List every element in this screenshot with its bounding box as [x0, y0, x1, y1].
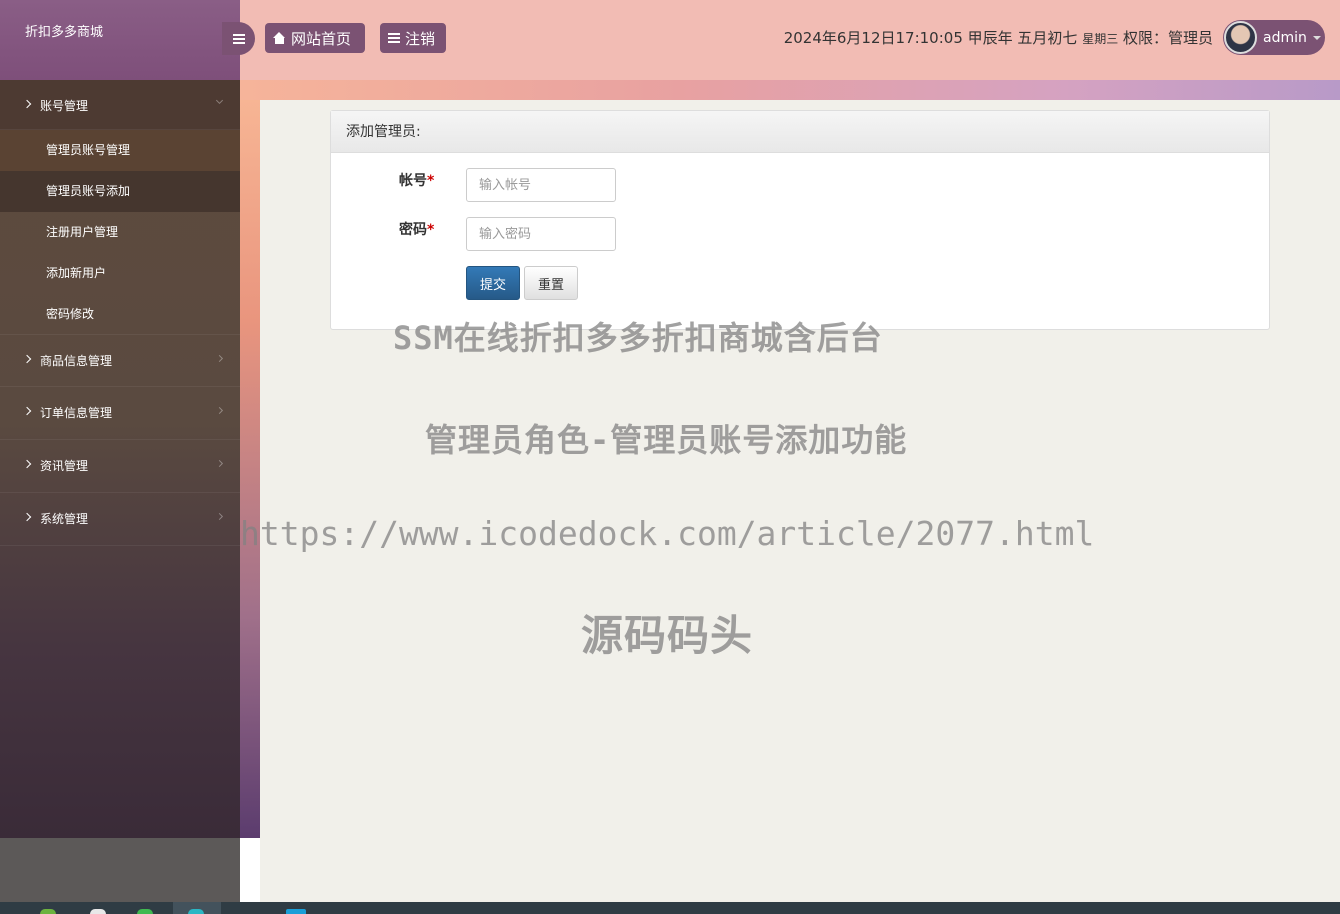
hamburger-icon — [232, 33, 245, 44]
editor-icon[interactable] — [188, 909, 204, 914]
logout-button-label: 注销 — [405, 29, 436, 48]
home-icon — [273, 32, 286, 44]
taskbar — [0, 902, 1340, 914]
sidebar-item-label: 资讯管理 — [40, 459, 89, 473]
chevron-right-icon — [22, 406, 32, 416]
list-icon — [388, 33, 400, 43]
sidebar-item-news[interactable]: 资讯管理 — [0, 440, 240, 493]
chevron-right-icon — [215, 459, 224, 468]
reset-button[interactable]: 重置 — [524, 266, 578, 300]
account-label: 帐号* — [399, 170, 434, 190]
sidebar-subitem-password[interactable]: 密码修改 — [0, 294, 240, 335]
sidebar-item-account[interactable]: 账号管理 — [0, 80, 240, 130]
browser-icon[interactable] — [40, 909, 56, 914]
sidebar-edge — [240, 100, 260, 838]
sidebar-item-system[interactable]: 系统管理 — [0, 493, 240, 546]
sidebar-subitem-user-manage[interactable]: 注册用户管理 — [0, 212, 240, 253]
required-mark: * — [427, 173, 435, 189]
app-icon[interactable] — [90, 909, 106, 914]
watermark-subtitle: 管理员角色-管理员账号添加功能 — [425, 421, 908, 459]
watermark-title: SSM在线折扣多多折扣商城含后台 — [393, 319, 883, 357]
chevron-down-icon — [215, 96, 224, 105]
sidebar-footer — [0, 838, 240, 902]
role-text: 权限：管理员 — [1122, 29, 1213, 47]
chevron-right-icon — [215, 406, 224, 415]
chevron-right-icon — [22, 512, 32, 522]
home-button-label: 网站首页 — [291, 29, 352, 48]
account-label-text: 帐号 — [399, 173, 427, 189]
datetime-text: 2024年6月12日17:10:05 甲辰年 五月初七 — [783, 29, 1078, 47]
sidebar-item-label: 账号管理 — [40, 99, 89, 113]
spacer — [240, 838, 260, 902]
watermark-url: https://www.icodedock.com/article/2077.h… — [240, 514, 1095, 553]
username-label: admin — [1263, 29, 1307, 46]
watermark-brand: 源码码头 — [581, 611, 754, 660]
chevron-right-icon — [215, 354, 224, 363]
caret-down-icon — [1312, 35, 1321, 40]
sidebar-subitem-admin-manage[interactable]: 管理员账号管理 — [0, 130, 240, 171]
panel-title: 添加管理员: — [331, 111, 1269, 153]
sidebar-subitem-admin-add[interactable]: 管理员账号添加 — [0, 171, 240, 212]
submit-button[interactable]: 提交 — [466, 266, 520, 300]
add-admin-panel: 添加管理员: 帐号* 密码* 提交 重置 — [330, 110, 1270, 330]
weekday-text: 星期三 — [1082, 32, 1119, 46]
password-label: 密码* — [399, 219, 434, 239]
accent-strip — [240, 80, 1340, 100]
avatar — [1224, 21, 1257, 54]
header-info: 2024年6月12日17:10:05 甲辰年 五月初七 星期三 权限：管理员 — [784, 27, 1213, 48]
chevron-right-icon — [22, 99, 32, 109]
app-title: 折扣多多商城 — [25, 25, 104, 40]
sidebar-item-label: 订单信息管理 — [40, 406, 113, 420]
sidebar-item-label: 系统管理 — [40, 512, 89, 526]
chevron-right-icon — [215, 512, 224, 521]
chevron-right-icon — [22, 354, 32, 364]
user-menu-button[interactable]: admin — [1223, 20, 1325, 55]
account-input[interactable] — [466, 168, 616, 202]
brand-block: 折扣多多商城 — [0, 0, 240, 80]
sidebar-subitem-user-add[interactable]: 添加新用户 — [0, 253, 240, 294]
password-label-text: 密码 — [399, 222, 427, 238]
home-button[interactable]: 网站首页 — [265, 23, 365, 53]
logout-button[interactable]: 注销 — [380, 23, 446, 53]
chat-icon[interactable] — [137, 909, 153, 914]
sidebar-item-label: 商品信息管理 — [40, 354, 113, 368]
required-mark: * — [427, 222, 435, 238]
password-input[interactable] — [466, 217, 616, 251]
sidebar-item-goods[interactable]: 商品信息管理 — [0, 334, 240, 387]
sidebar-toggle-button[interactable] — [222, 22, 255, 55]
files-icon[interactable] — [286, 909, 306, 914]
sidebar-item-orders[interactable]: 订单信息管理 — [0, 387, 240, 440]
chevron-right-icon — [22, 459, 32, 469]
